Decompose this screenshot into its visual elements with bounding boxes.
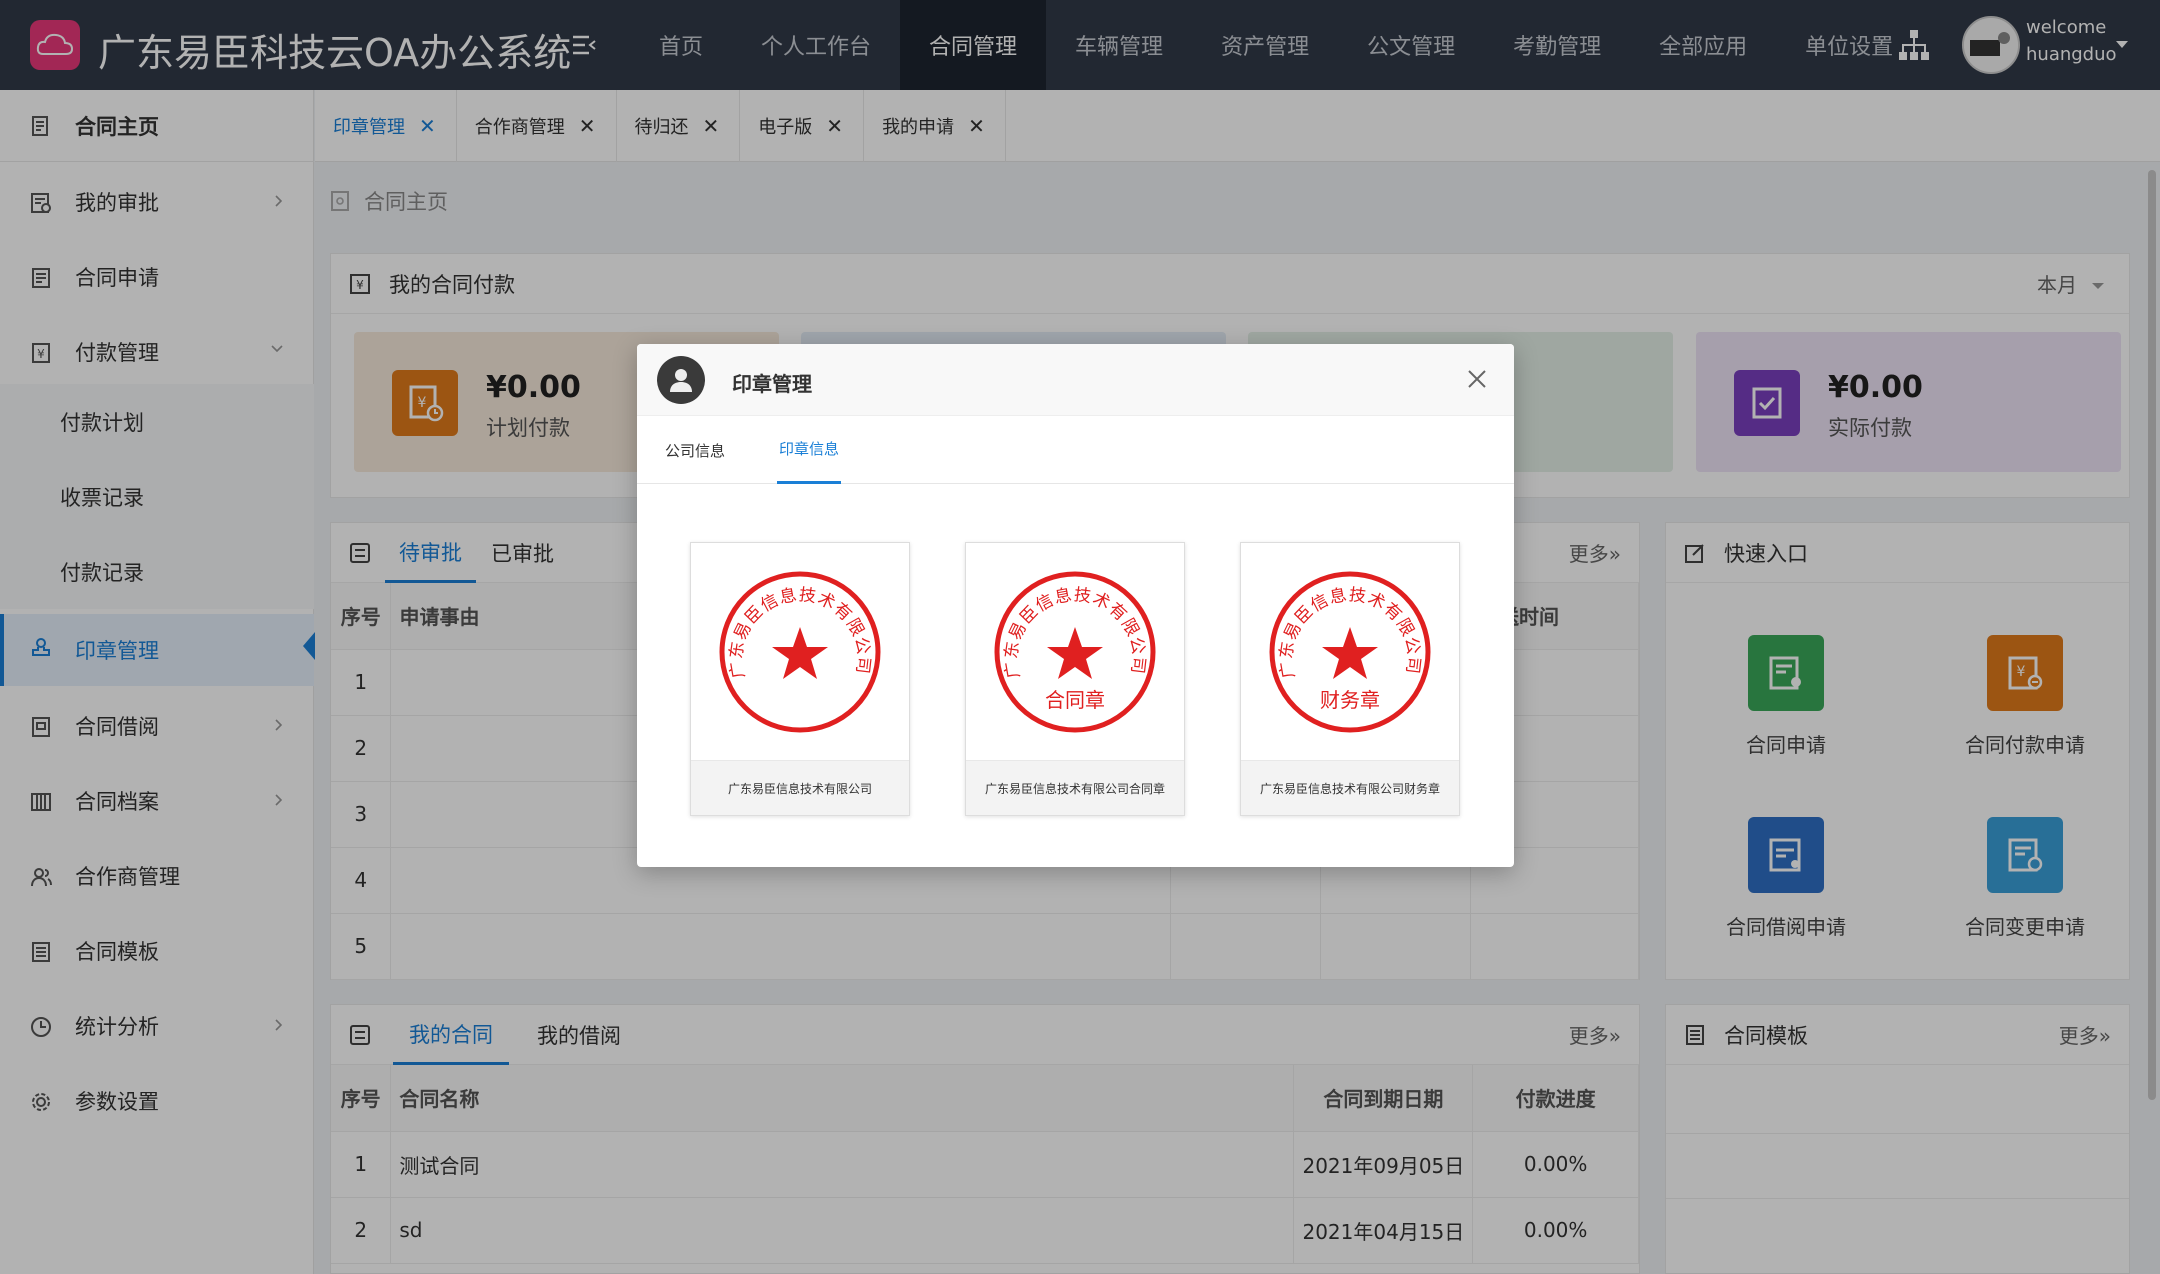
seal-card[interactable]: 广东易臣信息技术有限公司 合同章 广东易臣信息技术有限公司合同章 bbox=[965, 542, 1185, 816]
svg-text:合同章: 合同章 bbox=[1045, 688, 1105, 712]
seal-image: 广东易臣信息技术有限公司 合同章 bbox=[966, 543, 1184, 761]
seal-management-dialog: 印章管理 公司信息 印章信息 广东易臣信息技术有限公司 广东易臣信息技术有限公司… bbox=[637, 344, 1514, 867]
tab-seal-info[interactable]: 印章信息 bbox=[777, 416, 842, 484]
seal-caption: 广东易臣信息技术有限公司合同章 bbox=[966, 761, 1184, 815]
dialog-header: 印章管理 bbox=[637, 344, 1514, 416]
user-icon bbox=[657, 356, 705, 404]
tab-company-info[interactable]: 公司信息 bbox=[665, 416, 725, 484]
seal-caption: 广东易臣信息技术有限公司 bbox=[691, 761, 909, 815]
dialog-title: 印章管理 bbox=[732, 372, 812, 396]
seal-caption: 广东易臣信息技术有限公司财务章 bbox=[1241, 761, 1459, 815]
seal-card[interactable]: 广东易臣信息技术有限公司 广东易臣信息技术有限公司 bbox=[690, 542, 910, 816]
svg-text:财务章: 财务章 bbox=[1320, 688, 1380, 712]
dialog-tabs: 公司信息 印章信息 bbox=[637, 416, 1514, 484]
seal-image: 广东易臣信息技术有限公司 bbox=[691, 543, 909, 761]
company-seal: 广东易臣信息技术有限公司 bbox=[719, 571, 881, 732]
seal-image: 广东易臣信息技术有限公司 财务章 bbox=[1241, 543, 1459, 761]
finance-seal: 广东易臣信息技术有限公司 财务章 bbox=[1269, 571, 1431, 732]
contract-seal: 广东易臣信息技术有限公司 合同章 bbox=[994, 571, 1156, 732]
close-icon[interactable] bbox=[1466, 368, 1488, 390]
seal-card[interactable]: 广东易臣信息技术有限公司 财务章 广东易臣信息技术有限公司财务章 bbox=[1240, 542, 1460, 816]
